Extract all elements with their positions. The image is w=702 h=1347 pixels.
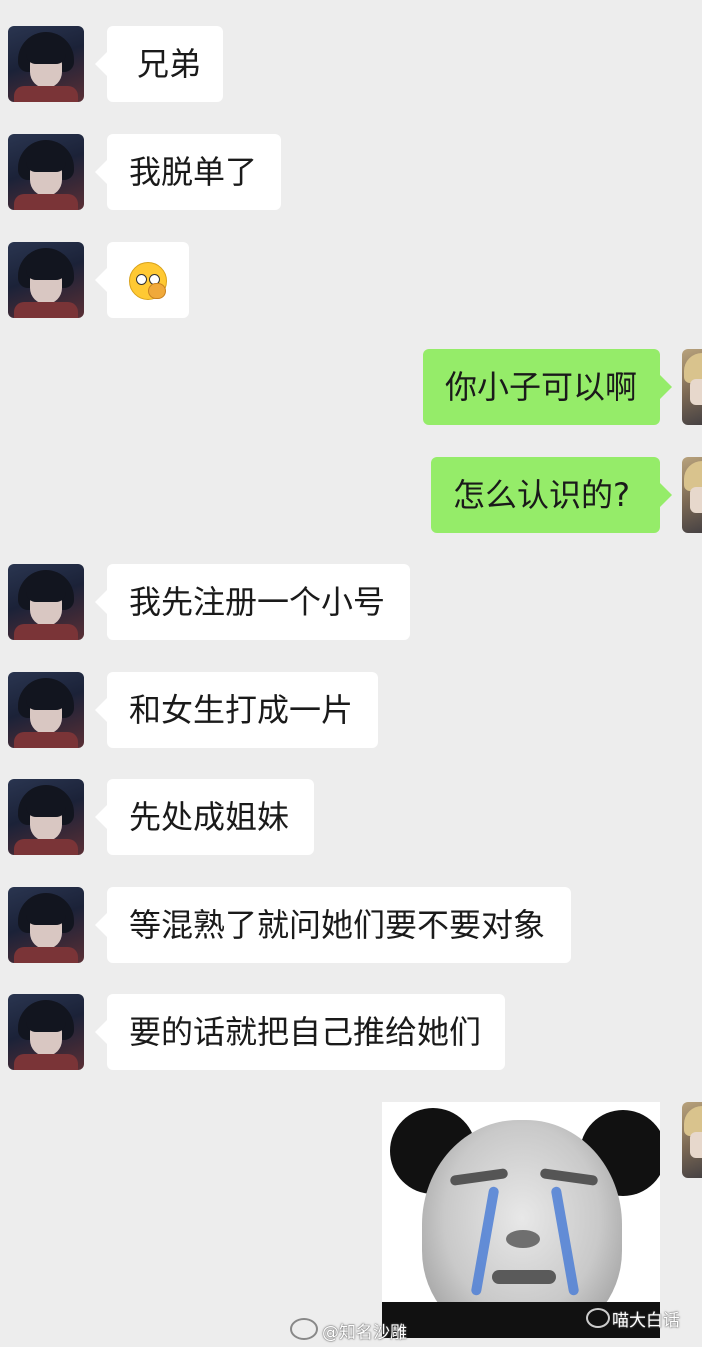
- wechat-watermark: 喵大白话: [612, 1311, 680, 1331]
- weibo-icon: [290, 1318, 318, 1340]
- outgoing-message-bubble[interactable]: 怎么认识的?: [431, 457, 672, 533]
- incoming-message-bubble[interactable]: 要的话就把自己推给她们: [95, 994, 505, 1070]
- sender-avatar[interactable]: [8, 242, 84, 318]
- sender-avatar[interactable]: [8, 564, 84, 640]
- thinking-okay-emoji-icon: [129, 262, 167, 300]
- sender-avatar[interactable]: [8, 994, 84, 1070]
- incoming-message-bubble[interactable]: 兄弟: [95, 26, 223, 102]
- outgoing-message-bubble[interactable]: 你小子可以啊: [423, 349, 672, 425]
- sender-avatar[interactable]: [8, 26, 84, 102]
- incoming-message-bubble[interactable]: 我先注册一个小号: [95, 564, 410, 640]
- incoming-emoji-bubble[interactable]: [95, 242, 189, 318]
- incoming-message-bubble[interactable]: 等混熟了就问她们要不要对象: [95, 887, 571, 963]
- incoming-message-bubble[interactable]: 和女生打成一片: [95, 672, 378, 748]
- my-avatar[interactable]: [682, 349, 702, 425]
- sender-avatar[interactable]: [8, 134, 84, 210]
- sender-avatar[interactable]: [8, 779, 84, 855]
- sender-avatar[interactable]: [8, 887, 84, 963]
- wechat-icon: [586, 1308, 610, 1328]
- my-avatar[interactable]: [682, 1102, 702, 1178]
- incoming-message-bubble[interactable]: 我脱单了: [95, 134, 281, 210]
- incoming-message-bubble[interactable]: 先处成姐妹: [95, 779, 314, 855]
- my-avatar[interactable]: [682, 457, 702, 533]
- weibo-watermark: @知名沙雕: [322, 1323, 407, 1343]
- sender-avatar[interactable]: [8, 672, 84, 748]
- crying-panda-sticker[interactable]: [382, 1102, 660, 1338]
